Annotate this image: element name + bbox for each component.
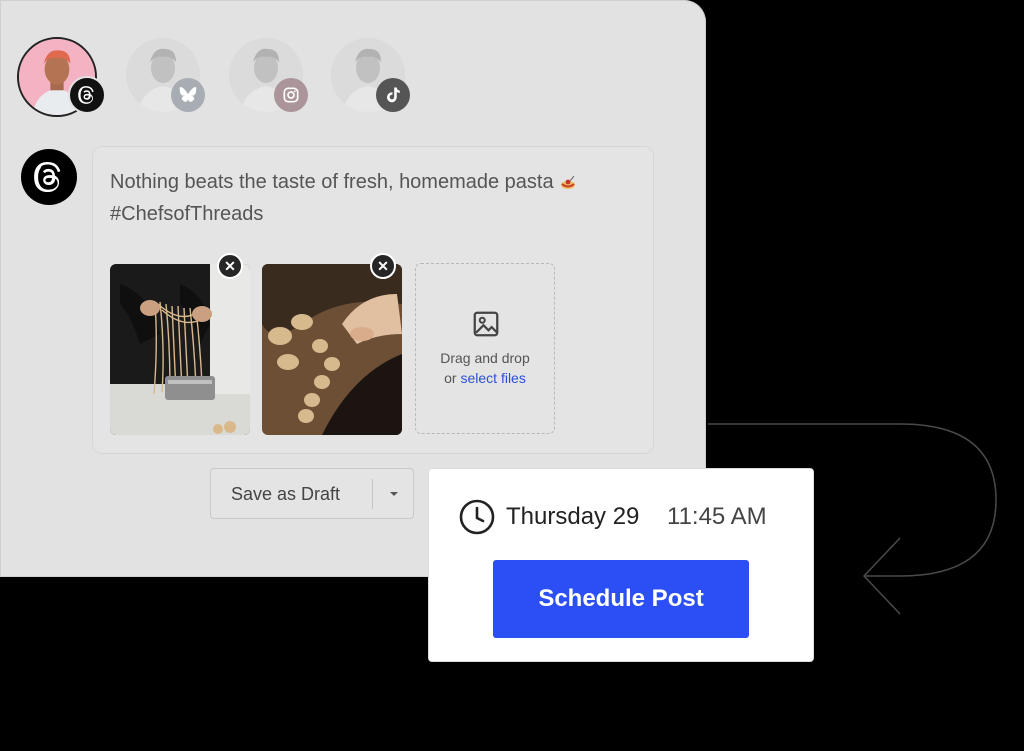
post-hashtag: #ChefsofThreads [110, 203, 264, 225]
save-as-draft-split-button: Save as Draft [210, 468, 414, 519]
pasta-making-photo [110, 264, 250, 435]
butterfly-icon [171, 78, 205, 112]
close-icon: ✕ [224, 258, 236, 274]
dropzone-prefix: or [444, 370, 461, 386]
threads-icon [68, 76, 106, 114]
schedule-time[interactable]: 11:45 AM [667, 503, 767, 531]
threads-logo-icon [21, 149, 77, 205]
image-icon [473, 311, 499, 337]
clock-icon [459, 499, 495, 535]
dumplings-photo [262, 264, 402, 435]
schedule-date[interactable]: Thursday 29 [506, 503, 639, 531]
dropzone-subtext: or select files [416, 370, 554, 386]
remove-image-1-button[interactable]: ✕ [217, 253, 243, 279]
schedule-card: Thursday 29 11:45 AM Schedule Post [428, 468, 814, 662]
remove-image-2-button[interactable]: ✕ [370, 253, 396, 279]
schedule-post-button[interactable]: Schedule Post [493, 560, 749, 638]
tiktok-icon [376, 78, 410, 112]
post-text-line1: Nothing beats the taste of fresh, homema… [110, 171, 554, 193]
save-as-draft-button[interactable]: Save as Draft [231, 484, 340, 505]
close-icon: ✕ [377, 258, 389, 274]
dropzone-text: Drag and drop [440, 350, 530, 366]
draft-divider [372, 479, 373, 509]
post-text[interactable]: Nothing beats the taste of fresh, homema… [110, 166, 630, 230]
select-files-link[interactable]: select files [460, 370, 525, 386]
spaghetti-icon [560, 175, 575, 189]
caret-down-icon[interactable] [385, 485, 403, 503]
instagram-icon [274, 78, 308, 112]
media-dropzone[interactable]: Drag and drop or select files [415, 263, 555, 434]
